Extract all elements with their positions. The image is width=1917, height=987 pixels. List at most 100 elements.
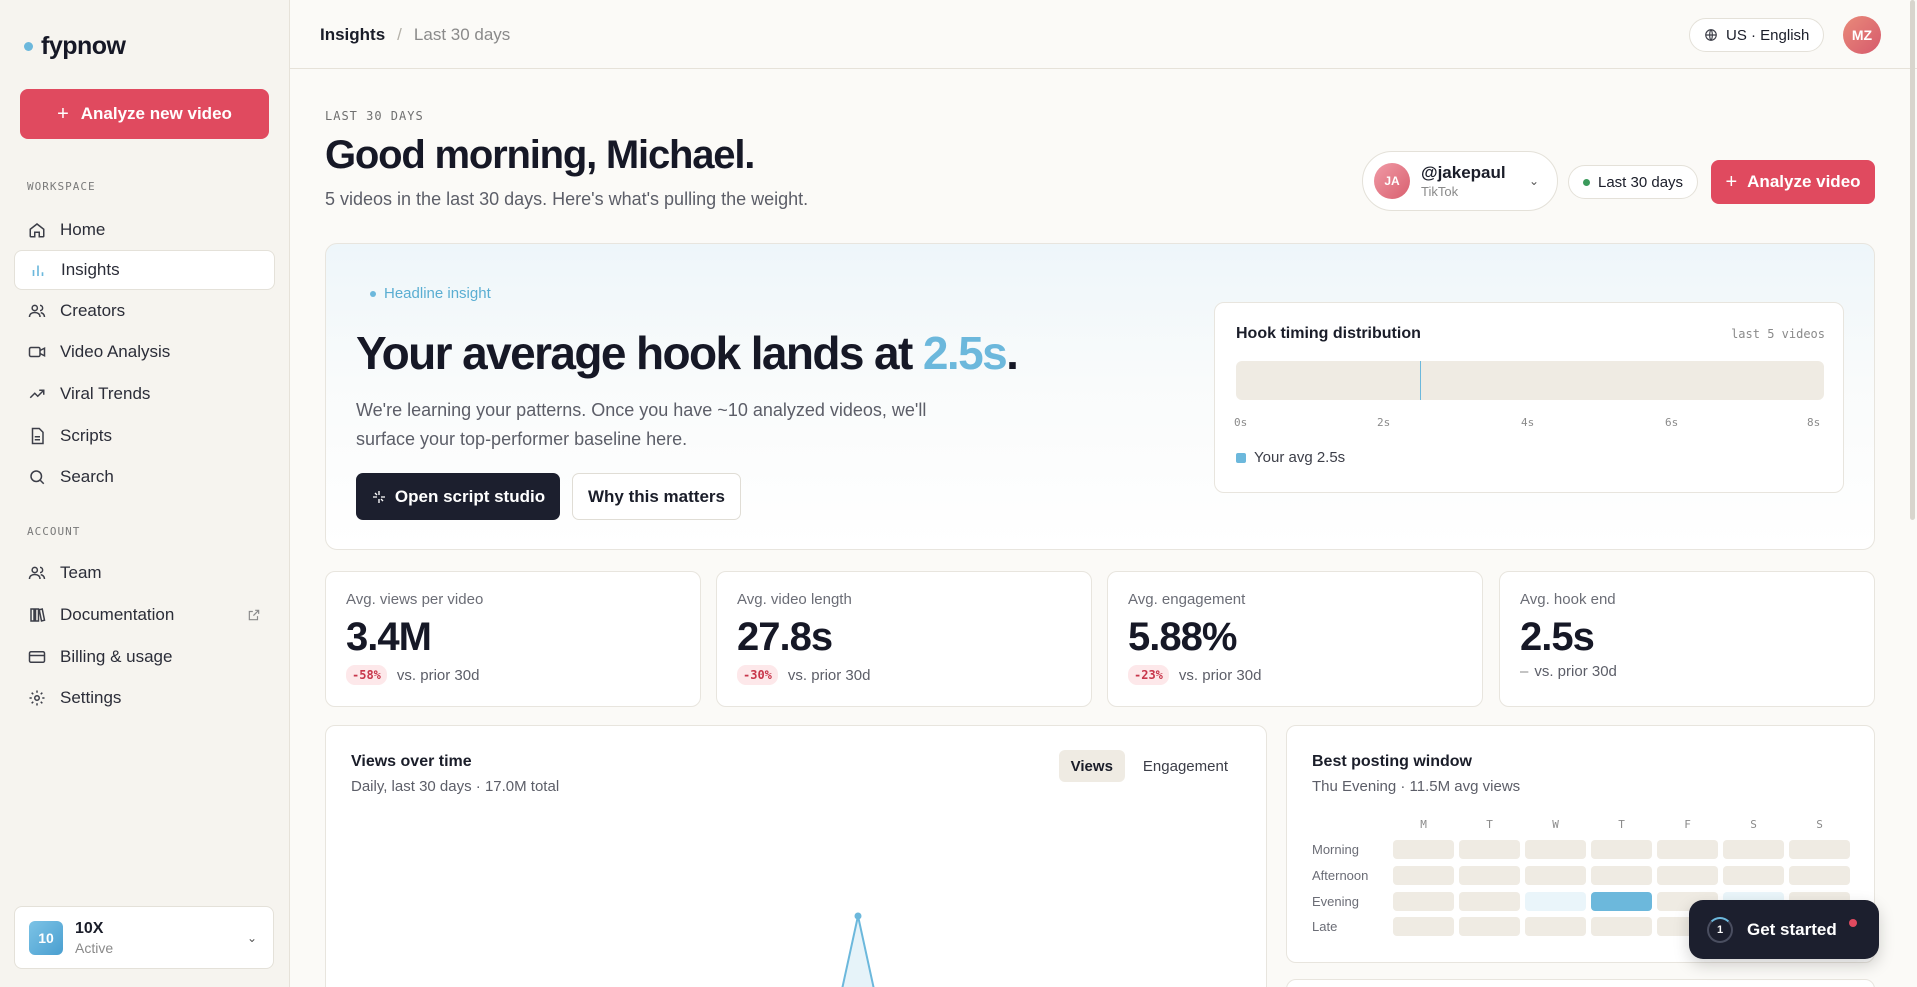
stat-label: Avg. hook end [1520, 591, 1616, 608]
heatmap-cell[interactable] [1657, 840, 1718, 859]
headline-body: We're learning your patterns. Once you h… [356, 400, 927, 449]
sidebar-item-label: Video Analysis [60, 342, 171, 361]
get-started-button[interactable]: 1 Get started [1689, 900, 1879, 959]
language-selector[interactable]: US · English [1689, 18, 1825, 52]
logo-dot-icon [24, 42, 33, 51]
sidebar-item-settings[interactable]: Settings [14, 678, 275, 718]
stat-label: Avg. engagement [1128, 591, 1246, 608]
breadcrumb-separator: / [397, 25, 402, 44]
topbar: Insights / Last 30 days US · English MZ [290, 0, 1917, 69]
stat-value: 27.8s [737, 615, 833, 659]
heatmap-cell[interactable] [1789, 866, 1850, 885]
heatmap-cell[interactable] [1393, 866, 1454, 885]
hook-tick: 4s [1521, 416, 1535, 429]
heatmap-cell[interactable] [1393, 840, 1454, 859]
posting-window-title: Best posting window [1312, 753, 1472, 770]
heatmap-cell[interactable] [1459, 840, 1520, 859]
sidebar-item-documentation[interactable]: Documentation [14, 595, 275, 635]
toggle-views[interactable]: Views [1058, 750, 1125, 782]
heatmap-row-label: Late [1312, 919, 1338, 934]
heatmap-day: T [1486, 818, 1493, 831]
app-logo[interactable]: fypnow [24, 32, 126, 61]
toggle-engagement[interactable]: Engagement [1131, 750, 1240, 782]
heatmap-row-label: Afternoon [1312, 868, 1369, 883]
sidebar-item-viral-trends[interactable]: Viral Trends [14, 374, 275, 414]
sidebar-item-billing[interactable]: Billing & usage [14, 637, 275, 677]
globe-icon [1705, 29, 1717, 41]
document-icon [28, 427, 46, 445]
sidebar-item-creators[interactable]: Creators [14, 291, 275, 331]
language-label: US · English [1726, 26, 1810, 44]
heatmap-cell[interactable] [1591, 840, 1652, 859]
page-scrollbar[interactable] [1910, 0, 1915, 520]
heatmap-cell[interactable] [1789, 840, 1850, 859]
views-chart-title: Views over time [351, 753, 472, 770]
stat-value: 3.4M [346, 615, 432, 659]
heatmap-day: M [1420, 818, 1427, 831]
views-line-chart [841, 912, 875, 987]
heatmap-cell[interactable] [1525, 917, 1586, 936]
next-card [1286, 979, 1875, 987]
workspace-status: Active [75, 939, 114, 956]
heatmap-cell[interactable] [1723, 866, 1784, 885]
delta-compare: vs. prior 30d [1178, 666, 1262, 684]
heatmap-day: S [1816, 818, 1823, 831]
headline-insight-card: Headline insight Your average hook lands… [325, 243, 1875, 550]
heatmap-cell[interactable] [1591, 917, 1652, 936]
date-range-selector[interactable]: Last 30 days [1568, 165, 1699, 199]
sidebar-item-insights[interactable]: Insights [14, 250, 275, 290]
chevron-down-icon: ⌄ [1528, 174, 1539, 188]
analyze-video-label: Analyze video [1747, 172, 1861, 191]
hook-tick: 8s [1807, 416, 1821, 429]
delta-compare: vs. prior 30d [396, 666, 480, 684]
why-this-matters-button[interactable]: Why this matters [572, 473, 741, 520]
heatmap-cell[interactable] [1459, 866, 1520, 885]
delta-compare: vs. prior 30d [787, 666, 871, 684]
account-handle: @jakepaul [1421, 163, 1506, 182]
sidebar-item-home[interactable]: Home [14, 210, 275, 250]
views-over-time-card: Views over time Daily, last 30 days · 17… [325, 725, 1267, 987]
hook-tick: 2s [1377, 416, 1391, 429]
heatmap-cell[interactable] [1393, 892, 1454, 911]
user-avatar[interactable]: MZ [1843, 16, 1881, 54]
heatmap-cell[interactable] [1393, 917, 1454, 936]
workspace-switcher[interactable]: 10 10X Active ⌄ [14, 906, 274, 969]
plus-icon: + [1725, 170, 1738, 193]
breadcrumb-insights[interactable]: Insights [320, 25, 385, 45]
app-name: fypnow [41, 32, 126, 60]
page-title: Good morning, Michael. [325, 133, 755, 177]
status-dot-icon [1583, 178, 1590, 186]
sidebar-item-label: Insights [61, 260, 120, 279]
tag-dot-icon [370, 290, 376, 297]
sidebar-item-label: Home [60, 220, 106, 239]
views-peak-point [854, 912, 862, 920]
open-script-studio-button[interactable]: Open script studio [356, 473, 560, 520]
sidebar-item-search[interactable]: Search [14, 457, 275, 497]
heatmap-cell[interactable] [1525, 892, 1586, 911]
notification-dot [1849, 919, 1857, 927]
sidebar-item-label: Creators [60, 301, 126, 320]
heatmap-cell[interactable] [1723, 840, 1784, 859]
workspace-badge: 10 [29, 920, 63, 955]
sidebar-item-team[interactable]: Team [14, 553, 275, 593]
heatmap-cell[interactable] [1657, 866, 1718, 885]
analyze-new-video-button[interactable]: + Analyze new video [20, 89, 269, 139]
stat-value: 5.88% [1128, 615, 1237, 659]
sidebar-item-label: Team [60, 563, 102, 582]
sidebar-item-video-analysis[interactable]: Video Analysis [14, 332, 275, 372]
analyze-video-button[interactable]: + Analyze video [1711, 160, 1875, 204]
heatmap-cell[interactable] [1591, 866, 1652, 885]
heatmap-cell[interactable] [1459, 917, 1520, 936]
metric-toggle: Views Engagement [1058, 750, 1240, 782]
hook-timing-track [1236, 361, 1824, 400]
heatmap-cell[interactable] [1525, 840, 1586, 859]
heatmap-cell[interactable] [1459, 892, 1520, 911]
heatmap-cell[interactable] [1591, 892, 1652, 911]
stat-card-hook-end: Avg. hook end 2.5s – vs. prior 30d [1499, 571, 1875, 707]
stat-label: Avg. views per video [346, 591, 484, 608]
account-selector[interactable]: JA @jakepaul TikTok ⌄ [1362, 151, 1558, 211]
heatmap-cell[interactable] [1525, 866, 1586, 885]
stat-value: 2.5s [1520, 615, 1595, 659]
users-icon [28, 302, 46, 320]
sidebar-item-scripts[interactable]: Scripts [14, 416, 275, 456]
